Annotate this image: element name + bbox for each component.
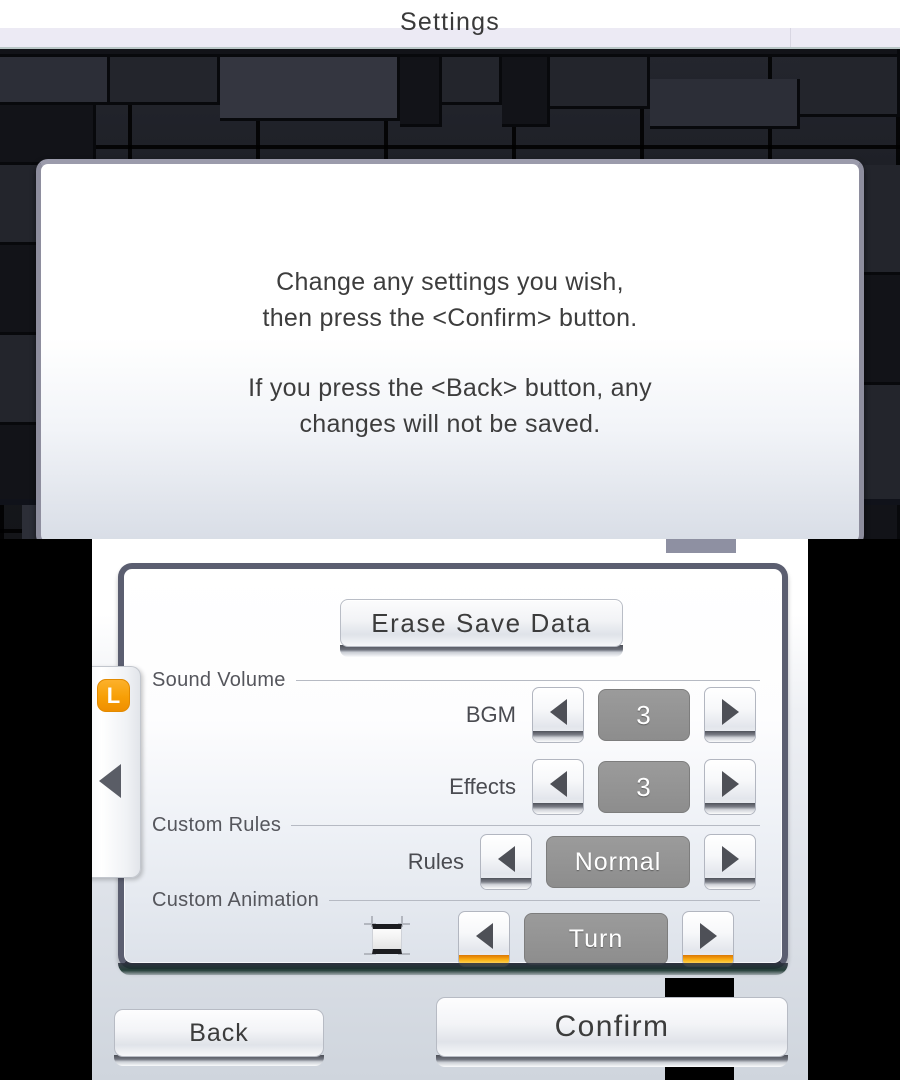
triangle-left-icon: [549, 699, 567, 725]
section-label: Custom Animation: [152, 889, 320, 911]
top-screen: Change any settings you wish, then press…: [0, 49, 900, 539]
button-base-bar: [705, 878, 755, 889]
confirm-button[interactable]: Confirm: [436, 997, 788, 1057]
setting-row-effects: Effects 3: [424, 759, 756, 815]
rules-value: Normal: [546, 836, 690, 888]
setting-label-rules: Rules: [407, 849, 464, 874]
screen-top-nub: [666, 539, 736, 553]
app-root: Settings Change any settings you wish, t…: [0, 0, 900, 1080]
effects-increase-button[interactable]: [704, 759, 756, 815]
brick-tile: [864, 385, 900, 505]
animation-value: Turn: [524, 913, 668, 965]
effects-value: 3: [598, 761, 690, 813]
brick-tile: [864, 165, 900, 275]
button-base-bar: [481, 878, 531, 889]
triangle-left-icon: [549, 771, 567, 797]
button-base-bar: [705, 803, 755, 814]
section-rule: [291, 825, 760, 826]
brick-tile: [0, 57, 110, 105]
section-header-custom-animation: Custom Animation: [152, 889, 760, 912]
animation-previous-button[interactable]: [458, 911, 510, 967]
back-button[interactable]: Back: [114, 1009, 324, 1057]
brick-tile: [550, 57, 650, 109]
triangle-left-icon: [497, 846, 515, 872]
section-rule: [329, 900, 760, 901]
rules-next-button[interactable]: [704, 834, 756, 890]
brick-tile: [800, 57, 900, 117]
brick-tile: [442, 57, 502, 105]
button-base-bar: [533, 803, 583, 814]
setting-row-rules: Rules Normal: [364, 834, 756, 890]
brick-tile: [502, 57, 550, 127]
brick-tile: [110, 57, 220, 105]
animation-next-button[interactable]: [682, 911, 734, 967]
checkbox-box: [372, 924, 402, 954]
erase-save-data-button[interactable]: Erase Save Data: [340, 599, 623, 647]
brick-tile: [0, 245, 40, 335]
effects-decrease-button[interactable]: [532, 759, 584, 815]
settings-panel-base: [118, 963, 788, 975]
setting-label-effects: Effects: [449, 774, 516, 799]
dialog-line: then press the <Confirm> button.: [262, 304, 638, 332]
brick-tile: [0, 335, 40, 425]
bgm-value: 3: [598, 689, 690, 741]
button-base-bar: [705, 731, 755, 742]
triangle-right-icon: [699, 923, 717, 949]
brick-tile: [0, 105, 96, 165]
setting-row-animation: Turn: [364, 911, 734, 967]
animation-checkbox[interactable]: [364, 916, 410, 962]
triangle-right-icon: [721, 846, 739, 872]
bgm-decrease-button[interactable]: [532, 687, 584, 743]
settings-panel: Erase Save Data Sound Volume BGM 3 Effec…: [118, 563, 788, 969]
rules-previous-button[interactable]: [480, 834, 532, 890]
brick-tile: [0, 425, 40, 505]
brick-tile: [650, 79, 800, 129]
l-button-badge: L: [97, 679, 130, 712]
triangle-left-icon: [99, 764, 121, 798]
dialog-line: Change any settings you wish,: [276, 268, 624, 296]
brick-tile: [400, 57, 442, 127]
shoulder-tab-left[interactable]: L: [92, 666, 141, 878]
section-rule: [295, 680, 760, 681]
dialog-line: changes will not be saved.: [299, 410, 601, 438]
page-title: Settings: [400, 8, 500, 36]
brick-tile: [0, 165, 40, 245]
brick-tile: [0, 49, 900, 57]
triangle-left-icon: [475, 923, 493, 949]
bottom-touch-screen: Erase Save Data Sound Volume BGM 3 Effec…: [92, 539, 808, 1080]
triangle-right-icon: [721, 699, 739, 725]
triangle-right-icon: [721, 771, 739, 797]
brick-tile: [220, 57, 400, 121]
setting-row-bgm: BGM 3: [424, 687, 756, 743]
section-label: Sound Volume: [152, 669, 286, 691]
brick-tile: [864, 275, 900, 385]
section-label: Custom Rules: [152, 814, 282, 836]
bgm-increase-button[interactable]: [704, 687, 756, 743]
dialog-line: If you press the <Back> button, any: [248, 374, 652, 402]
setting-label-bgm: BGM: [465, 702, 516, 727]
window-titlebar: Settings: [0, 0, 900, 49]
button-base-bar: [533, 731, 583, 742]
message-dialog-body: Change any settings you wish, then press…: [41, 164, 859, 539]
message-dialog: Change any settings you wish, then press…: [36, 159, 864, 539]
